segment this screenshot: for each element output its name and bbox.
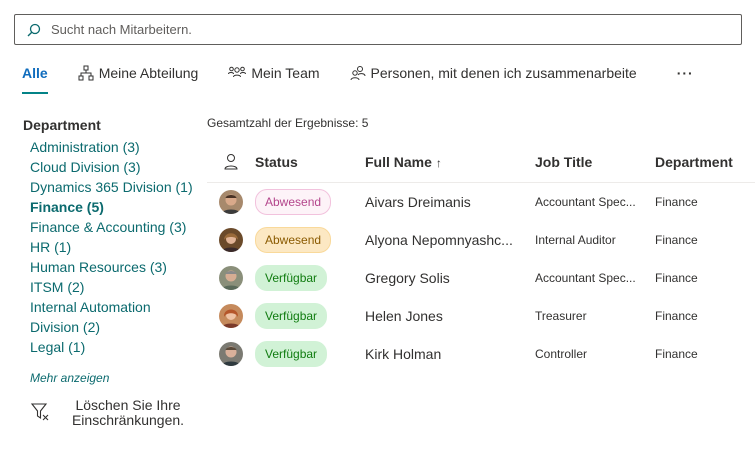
search-input[interactable] (51, 22, 741, 37)
table-row[interactable]: Abwesend Aivars Dreimanis Accountant Spe… (207, 183, 755, 221)
job-title-column-header[interactable]: Job Title (535, 154, 655, 170)
tab-my-department[interactable]: Meine Abteilung (78, 62, 199, 84)
status-badge: Verfügbar (255, 264, 328, 291)
facet-internal-automation-division[interactable]: Internal Automation Division (2) (23, 297, 203, 337)
name-header-label: Full Name (365, 154, 432, 170)
department: Finance (655, 270, 698, 285)
status-badge: Abwesend (255, 188, 332, 215)
facet-dynamics-365-division[interactable]: Dynamics 365 Division (1) (23, 177, 203, 197)
sort-ascending-icon: ↑ (435, 156, 442, 170)
table-row[interactable]: Verfügbar Gregory Solis Accountant Spec.… (207, 259, 755, 297)
more-tabs-button[interactable]: ··· (677, 62, 694, 84)
job-title: Controller (535, 346, 588, 361)
status-column-header[interactable]: Status (255, 154, 365, 170)
person-icon (224, 154, 238, 170)
table-row[interactable]: Verfügbar Helen Jones Treasurer Finance (207, 297, 755, 335)
job-title: Treasurer (535, 308, 587, 323)
people-team-icon (228, 66, 247, 78)
status-badge: Verfügbar (255, 302, 328, 329)
facet-human-resources[interactable]: Human Resources (3) (23, 257, 203, 277)
avatar (219, 227, 243, 252)
search-icon (27, 22, 43, 38)
status-badge: Verfügbar (255, 340, 328, 367)
status-badge: Abwesend (255, 226, 332, 253)
clear-filters-button[interactable]: Löschen Sie Ihre Einschränkungen. (30, 398, 188, 428)
results-total: Gesamtzahl der Ergebnisse: 5 (207, 116, 369, 130)
tab-label: Mein Team (251, 65, 320, 81)
full-name[interactable]: Helen Jones (365, 308, 535, 324)
avatar (219, 303, 243, 328)
facet-itsm[interactable]: ITSM (2) (23, 277, 203, 297)
facet-hr[interactable]: HR (1) (23, 237, 203, 257)
table-header: Status Full Name ↑ Job Title Department (207, 142, 755, 183)
search-box[interactable] (14, 14, 742, 45)
job-title: Internal Auditor (535, 232, 616, 247)
department: Finance (655, 308, 698, 323)
filter-title: Department (23, 117, 101, 133)
person-column-header[interactable] (207, 153, 255, 171)
name-column-header[interactable]: Full Name ↑ (365, 154, 535, 170)
avatar (219, 341, 243, 366)
tab-collaborators[interactable]: Personen, mit denen ich zusammenarbeite (350, 62, 637, 84)
table-row[interactable]: Verfügbar Kirk Holman Controller Finance (207, 335, 755, 373)
results-table: Status Full Name ↑ Job Title Department A… (207, 142, 755, 373)
tab-label: Alle (22, 65, 48, 81)
full-name[interactable]: Alyona Nepomnyashc... (365, 232, 535, 248)
job-title: Accountant Spec... (535, 270, 636, 285)
tab-bar: Alle Meine Abteilung Mein Team Personen,… (22, 62, 694, 94)
avatar (219, 265, 243, 290)
people-icon (350, 66, 366, 81)
department-filter: Department Administration (3) Cloud Divi… (23, 117, 203, 385)
department: Finance (655, 346, 698, 361)
facet-finance[interactable]: Finance (5) (23, 197, 203, 217)
full-name[interactable]: Kirk Holman (365, 346, 535, 362)
tab-all[interactable]: Alle (22, 62, 48, 94)
tab-my-team[interactable]: Mein Team (228, 62, 320, 84)
more-icon: ··· (676, 65, 694, 81)
clear-filter-icon (30, 403, 49, 421)
avatar (219, 189, 243, 214)
org-chart-icon (78, 65, 94, 81)
job-title: Accountant Spec... (535, 194, 636, 209)
department: Finance (655, 194, 698, 209)
tab-label: Meine Abteilung (98, 65, 199, 81)
facet-administration[interactable]: Administration (3) (23, 137, 203, 157)
facet-finance-accounting[interactable]: Finance & Accounting (3) (23, 217, 203, 237)
full-name[interactable]: Aivars Dreimanis (365, 194, 535, 210)
full-name[interactable]: Gregory Solis (365, 270, 535, 286)
table-row[interactable]: Abwesend Alyona Nepomnyashc... Internal … (207, 221, 755, 259)
tab-label: Personen, mit denen ich zusammenarbeite (370, 65, 637, 81)
clear-filters-label: Löschen Sie Ihre Einschränkungen. (71, 397, 185, 428)
department: Finance (655, 232, 698, 247)
facet-legal[interactable]: Legal (1) (23, 337, 203, 357)
facet-cloud-division[interactable]: Cloud Division (3) (23, 157, 203, 177)
department-column-header[interactable]: Department (655, 154, 755, 170)
show-more-link[interactable]: Mehr anzeigen (23, 371, 203, 385)
